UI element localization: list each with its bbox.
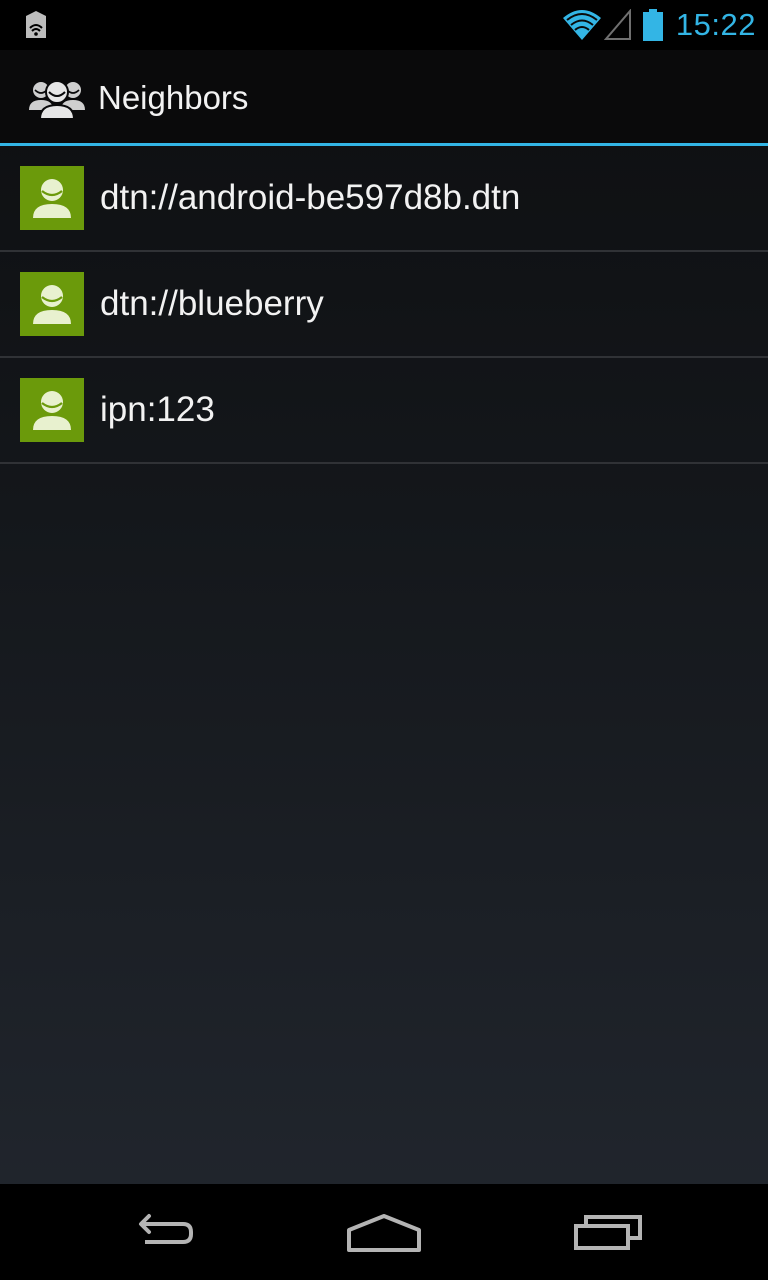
neighbor-label: dtn://android-be597d8b.dtn	[100, 178, 521, 217]
person-avatar-icon	[20, 378, 84, 442]
screen: 15:22 Neighbors dtn://android-be597d8b.d…	[0, 0, 768, 1280]
battery-icon	[642, 9, 663, 41]
page-title: Neighbors	[98, 79, 249, 116]
neighbor-label: dtn://blueberry	[100, 284, 324, 323]
back-button[interactable]	[32, 1184, 288, 1280]
action-bar: Neighbors	[0, 50, 768, 143]
recent-apps-icon	[574, 1215, 642, 1250]
person-avatar-icon	[20, 166, 84, 230]
recent-apps-button[interactable]	[480, 1184, 736, 1280]
neighbor-list: dtn://android-be597d8b.dtn dtn://blueber…	[0, 146, 768, 464]
signal-icon	[603, 9, 631, 40]
list-item[interactable]: dtn://blueberry	[0, 252, 768, 358]
home-icon	[347, 1214, 421, 1252]
person-avatar-icon	[20, 272, 84, 336]
list-item[interactable]: ipn:123	[0, 358, 768, 464]
wifi-icon	[562, 10, 601, 40]
home-button[interactable]	[256, 1184, 512, 1280]
navigation-bar	[0, 1184, 768, 1280]
neighbor-label: ipn:123	[100, 390, 215, 429]
notification-lamp-icon	[26, 11, 46, 38]
back-icon	[139, 1214, 193, 1244]
list-item[interactable]: dtn://android-be597d8b.dtn	[0, 146, 768, 252]
status-bar: 15:22	[0, 0, 768, 50]
status-icons: 15:22	[562, 0, 756, 50]
neighbors-group-icon[interactable]	[28, 76, 86, 120]
status-time: 15:22	[675, 7, 756, 42]
